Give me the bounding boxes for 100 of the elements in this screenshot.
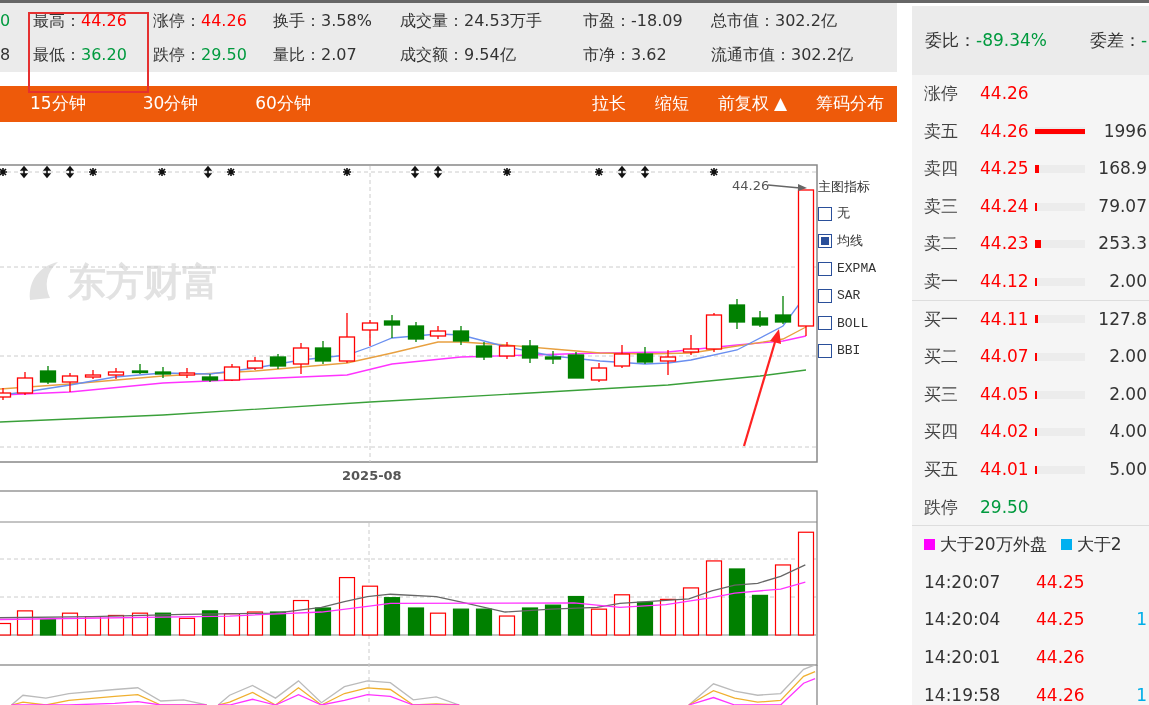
volume-bar (774, 564, 792, 636)
star-marker-icon (0, 167, 8, 177)
toolbar-link[interactable]: 缩短 (654, 91, 689, 117)
volume-bar (659, 598, 677, 636)
order-price: 44.07 (980, 345, 1030, 369)
candlestick (659, 349, 677, 376)
order-label: 卖一 (924, 270, 959, 293)
stat-value: 36.20 (81, 44, 127, 66)
checkbox[interactable] (818, 343, 832, 358)
checkbox[interactable] (818, 289, 832, 304)
candlestick (682, 334, 700, 356)
period-tab[interactable]: 15分钟 (30, 91, 86, 117)
volume-bar (292, 599, 310, 636)
logo-icon (29, 262, 58, 300)
candlestick (269, 353, 287, 370)
star-marker-icon (88, 167, 98, 177)
order-label: 买一 (924, 307, 959, 331)
candlestick (383, 314, 401, 339)
period-tab[interactable]: 30分钟 (142, 91, 199, 117)
volume-bar (338, 577, 356, 636)
order-label: 买五 (924, 458, 959, 481)
trade-volume: 1 (1136, 608, 1147, 632)
stat-value: 0 (0, 10, 11, 32)
order-volume: 127.8 (1098, 307, 1147, 331)
order-label: 卖五 (924, 119, 959, 143)
candlestick (498, 341, 516, 360)
candlestick (292, 342, 310, 375)
order-price: 29.50 (980, 495, 1030, 519)
stat-label: 市盈： (583, 10, 631, 32)
indicator-title: 主图指标 (818, 178, 871, 196)
order-price: 44.24 (980, 194, 1030, 218)
order-label: 涨停 (924, 82, 959, 106)
order-volume: 253.3 (1098, 232, 1147, 256)
candlestick (84, 369, 102, 380)
double-arrow-marker-icon (204, 165, 212, 179)
order-volume: 2.00 (1109, 382, 1147, 406)
candlestick (131, 363, 149, 375)
candlestick (429, 325, 447, 340)
trade-time: 14:19:58 (924, 683, 1002, 705)
ratio-label: 委比： (925, 28, 976, 52)
order-label: 卖四 (924, 157, 959, 181)
double-arrow-marker-icon (20, 165, 28, 179)
star-marker-icon (226, 167, 236, 177)
trade-price: 44.26 (1036, 645, 1085, 669)
trade-price: 44.26 (1036, 683, 1085, 705)
checkbox-label[interactable]: SAR (837, 286, 861, 306)
candlestick (544, 350, 562, 365)
stat-value: 8 (0, 44, 11, 66)
stat-label: 涨停： (153, 10, 201, 32)
checkbox[interactable] (818, 316, 832, 331)
double-arrow-marker-icon (43, 165, 51, 179)
volume-bar (269, 611, 287, 636)
order-price: 44.01 (980, 458, 1030, 481)
checkbox-label[interactable]: EXPMA (837, 259, 876, 279)
period-tab[interactable]: 60分钟 (255, 91, 311, 117)
candlestick (0, 387, 12, 401)
checkbox[interactable] (818, 207, 832, 222)
candlestick (407, 321, 425, 343)
checkbox-label[interactable]: 无 (837, 204, 850, 224)
legend-label: 大于20万外盘 (940, 533, 1047, 557)
toolbar-link[interactable]: 筹码分布 (816, 91, 884, 117)
order-price: 44.26 (980, 82, 1030, 106)
order-volume: 4.00 (1109, 420, 1147, 444)
trade-price: 44.25 (1036, 608, 1085, 632)
stat-value: 24.53万手 (464, 10, 542, 32)
checkbox-label[interactable]: BBI (837, 340, 861, 361)
toolbar-link[interactable]: 拉长 (591, 91, 626, 117)
toolbar-link[interactable]: 前复权 ▲ (717, 91, 787, 117)
stat-value: 3.58% (321, 10, 372, 32)
order-label: 买三 (924, 382, 959, 406)
checkbox[interactable] (818, 234, 832, 249)
star-marker-icon (157, 167, 167, 177)
checkbox-label[interactable]: 均线 (837, 231, 863, 252)
order-price: 44.23 (980, 232, 1030, 256)
candlestick (475, 341, 493, 361)
volume-bar (475, 608, 493, 636)
stat-value: 9.54亿 (464, 44, 516, 66)
order-price: 44.11 (980, 307, 1030, 331)
stat-value: 2.07 (321, 44, 357, 66)
order-label: 买四 (924, 420, 959, 444)
candlestick (338, 312, 356, 364)
stat-label: 总市值： (711, 10, 775, 32)
ratio-value: -89.34% (976, 28, 1047, 52)
checkbox-label[interactable]: BOLL (837, 313, 869, 334)
candlestick (39, 365, 57, 385)
stat-value: 44.26 (201, 10, 247, 32)
order-label: 买二 (924, 345, 959, 369)
candlestick (361, 319, 379, 347)
candlestick (728, 298, 746, 330)
candlestick (246, 356, 264, 371)
order-volume: 2.00 (1109, 345, 1147, 369)
order-price: 44.26 (980, 119, 1030, 143)
checkbox[interactable] (818, 261, 832, 276)
candlestick (567, 351, 585, 379)
candlestick (107, 367, 125, 380)
volume-bar (613, 594, 631, 636)
volume-bar (246, 611, 264, 636)
order-price: 44.02 (980, 420, 1030, 444)
star-marker-icon (502, 167, 512, 177)
candlestick (452, 325, 470, 346)
